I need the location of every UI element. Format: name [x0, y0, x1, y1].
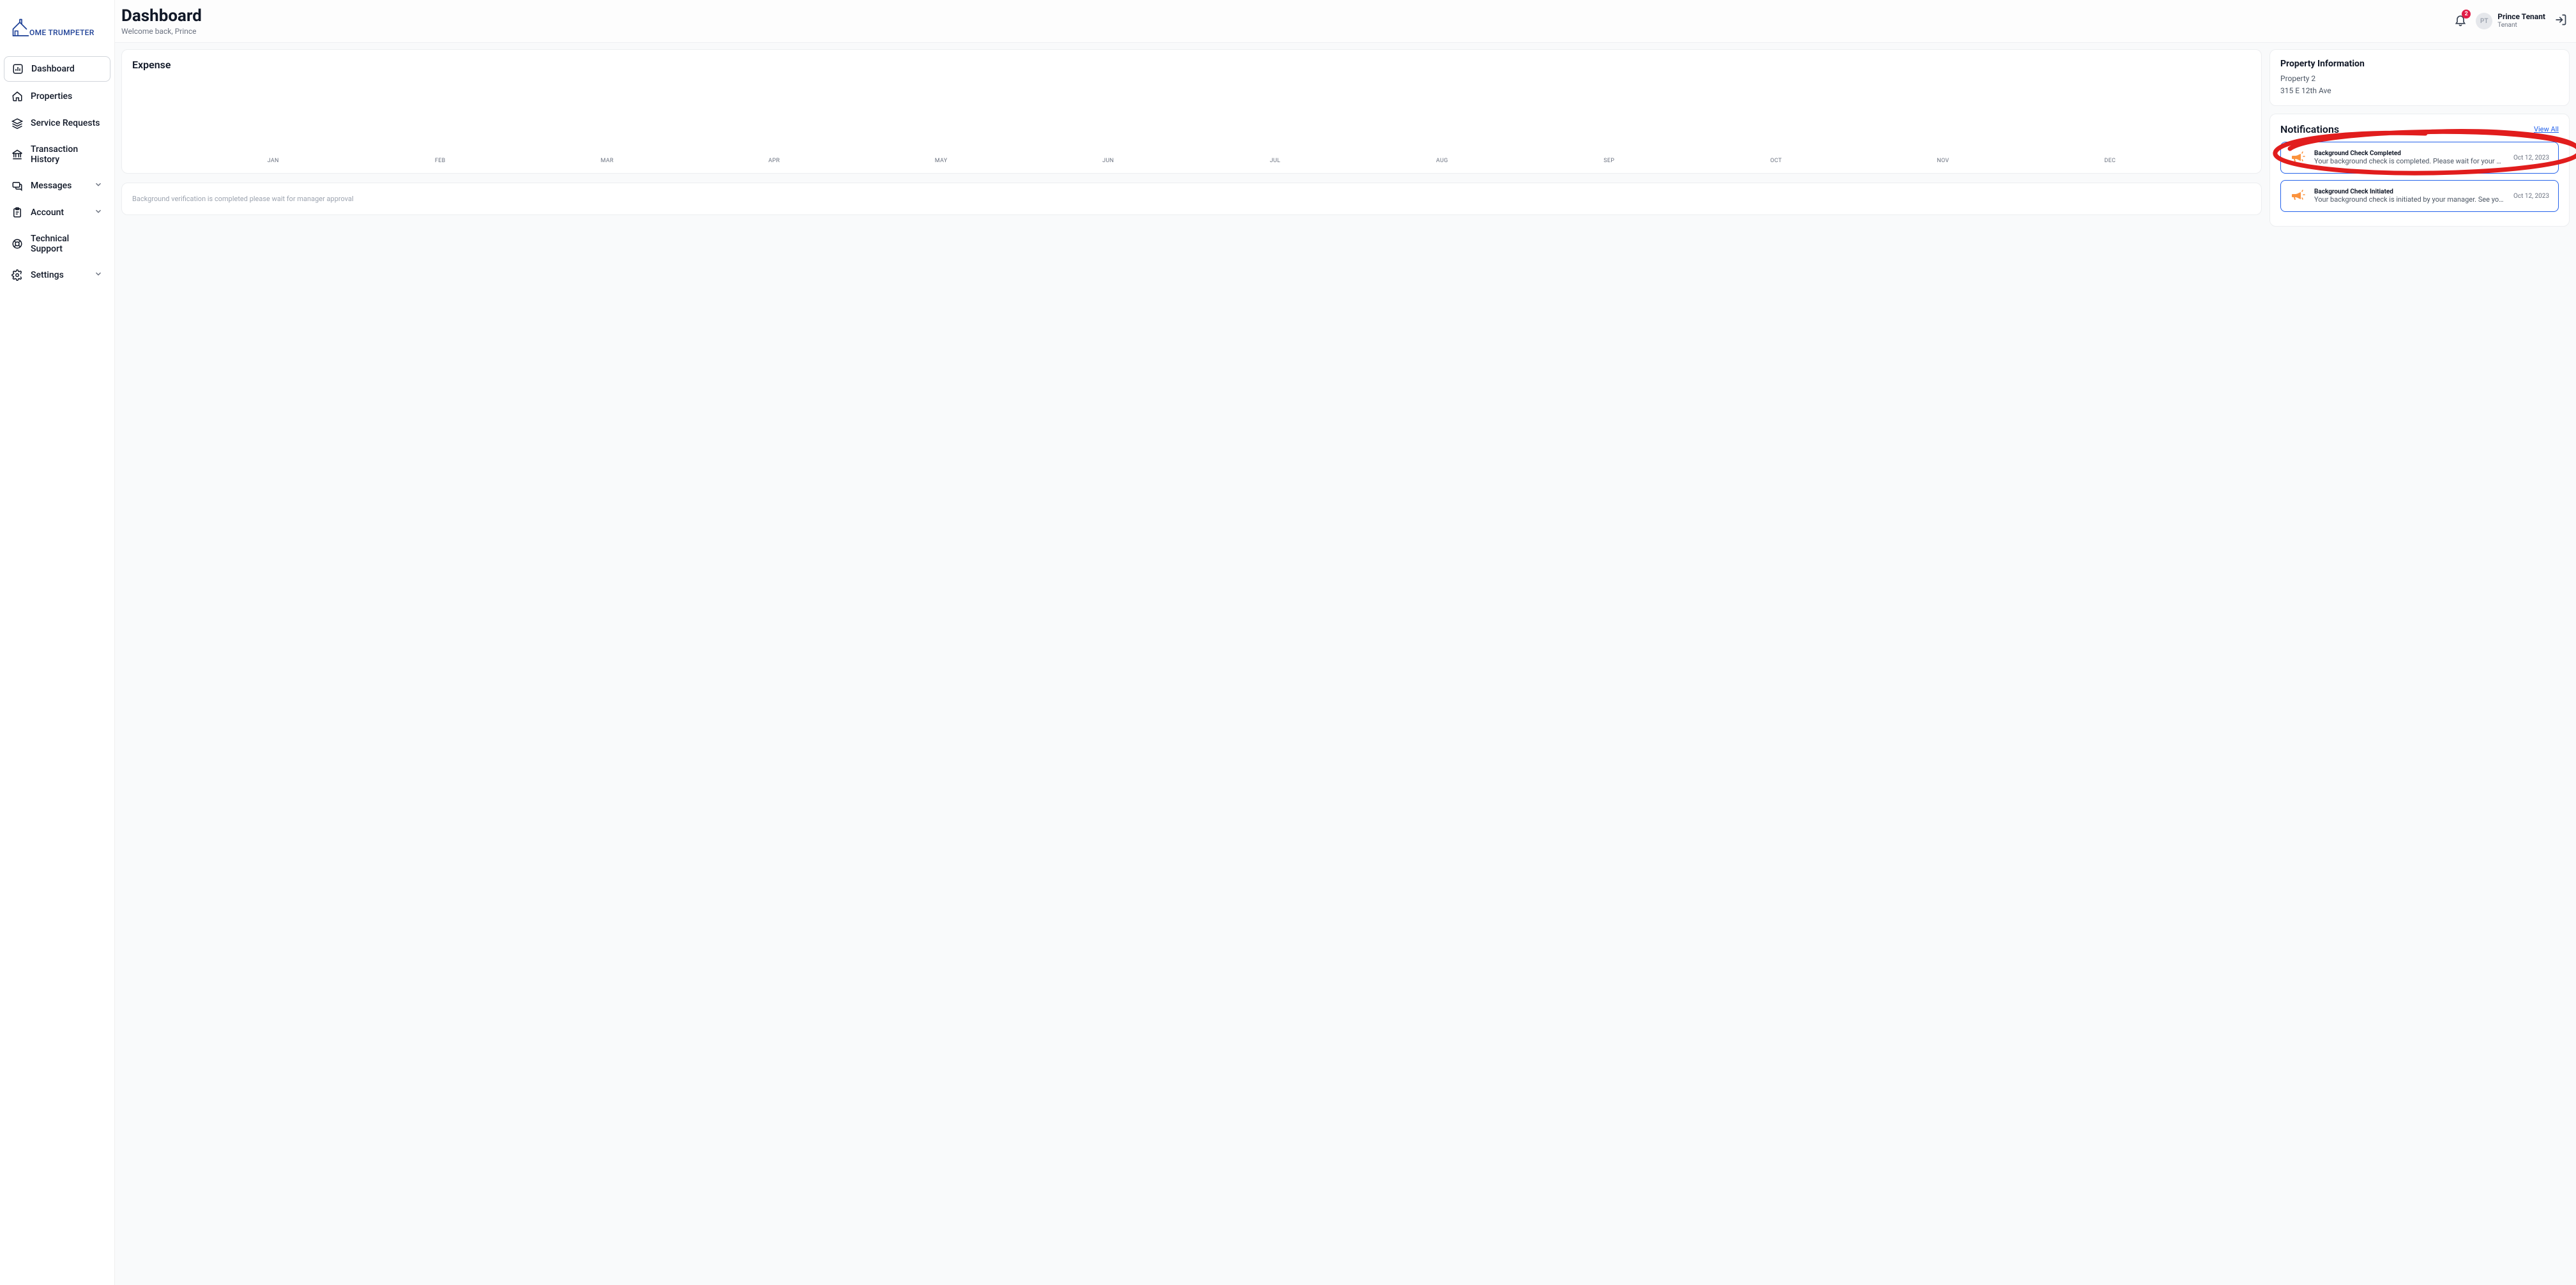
month-label: JUN	[1025, 158, 1192, 164]
notification-badge: 2	[2462, 10, 2471, 19]
notification-date: Oct 12, 2023	[2513, 193, 2549, 200]
sidebar-nav: Dashboard Properties Service Requests Tr…	[4, 56, 110, 287]
status-banner-text: Background verification is completed ple…	[132, 195, 2251, 203]
bank-icon	[11, 149, 23, 160]
sidebar-item-settings[interactable]: Settings	[4, 263, 110, 287]
month-label: AUG	[1359, 158, 1526, 164]
clipboard-icon	[11, 207, 23, 218]
sidebar-item-label: Technical Support	[31, 234, 103, 254]
notification-message: Your background check is initiated by yo…	[2314, 195, 2504, 204]
property-info-heading: Property Information	[2280, 59, 2559, 69]
status-banner-card: Background verification is completed ple…	[121, 183, 2262, 215]
logout-icon	[2554, 13, 2567, 26]
messages-icon	[11, 180, 23, 192]
brand-name: OME TRUMPETER	[29, 28, 95, 37]
megaphone-icon	[2290, 188, 2305, 204]
month-label: FEB	[357, 158, 524, 164]
sidebar-item-transaction-history[interactable]: Transaction History	[4, 138, 110, 171]
sidebar-item-messages[interactable]: Messages	[4, 174, 110, 198]
bar-chart-icon	[12, 63, 24, 75]
sidebar-item-properties[interactable]: Properties	[4, 84, 110, 109]
expense-x-axis: JAN FEB MAR APR MAY JUN JUL AUG SEP OCT …	[132, 158, 2251, 164]
user-role: Tenant	[2497, 22, 2545, 29]
chevron-down-icon	[94, 207, 103, 218]
notification-message: Your background check is completed. Plea…	[2314, 157, 2504, 165]
month-label: NOV	[1860, 158, 2027, 164]
avatar: PT	[2476, 13, 2492, 29]
house-logo-icon	[10, 18, 29, 38]
property-name: Property 2	[2280, 73, 2559, 85]
megaphone-icon	[2290, 150, 2305, 165]
month-label: JAN	[190, 158, 357, 164]
notification-title: Background Check Initiated	[2314, 188, 2504, 195]
month-label: MAY	[858, 158, 1025, 164]
page-title: Dashboard	[121, 6, 202, 26]
logout-button[interactable]	[2554, 13, 2567, 29]
month-label: JUL	[1192, 158, 1359, 164]
home-icon	[11, 91, 23, 102]
sidebar-item-label: Properties	[31, 91, 72, 101]
notifications-heading: Notifications	[2280, 123, 2339, 135]
page-subtitle: Welcome back, Prince	[121, 27, 202, 36]
month-label: OCT	[1693, 158, 1860, 164]
gear-icon	[11, 269, 23, 281]
expense-card: Expense JAN FEB MAR APR MAY JUN JUL AUG …	[121, 49, 2262, 174]
chevron-down-icon	[94, 180, 103, 192]
property-address: 315 E 12th Ave	[2280, 85, 2559, 97]
notifications-card: Notifications View All	[2269, 114, 2570, 227]
month-label: APR	[691, 158, 858, 164]
life-buoy-icon	[11, 238, 23, 250]
brand-logo: OME TRUMPETER	[4, 6, 110, 56]
notification-item[interactable]: Background Check Initiated Your backgrou…	[2280, 180, 2559, 212]
user-name: Prince Tenant	[2497, 13, 2545, 22]
month-label: SEP	[1526, 158, 1693, 164]
month-label: MAR	[524, 158, 691, 164]
sidebar-item-technical-support[interactable]: Technical Support	[4, 227, 110, 260]
view-all-link[interactable]: View All	[2534, 125, 2559, 133]
expense-title: Expense	[132, 59, 2251, 71]
layers-icon	[11, 117, 23, 129]
sidebar-item-account[interactable]: Account	[4, 200, 110, 225]
notification-title: Background Check Completed	[2314, 150, 2504, 157]
sidebar-item-label: Transaction History	[31, 144, 103, 165]
sidebar: OME TRUMPETER Dashboard Properties Servi…	[0, 0, 115, 1285]
notification-date: Oct 12, 2023	[2513, 154, 2549, 162]
sidebar-item-dashboard[interactable]: Dashboard	[4, 56, 110, 82]
sidebar-item-label: Settings	[31, 270, 64, 280]
month-label: DEC	[2027, 158, 2194, 164]
sidebar-item-label: Messages	[31, 181, 72, 191]
page-header: Dashboard Welcome back, Prince 2 PT Prin…	[115, 0, 2576, 43]
sidebar-item-label: Dashboard	[31, 64, 75, 74]
notifications-bell-button[interactable]: 2	[2454, 13, 2467, 29]
property-info-card: Property Information Property 2 315 E 12…	[2269, 49, 2570, 106]
user-menu[interactable]: PT Prince Tenant Tenant	[2476, 13, 2545, 29]
expense-chart: JAN FEB MAR APR MAY JUN JUL AUG SEP OCT …	[132, 71, 2251, 164]
sidebar-item-service-requests[interactable]: Service Requests	[4, 111, 110, 135]
notification-item[interactable]: Background Check Completed Your backgrou…	[2280, 142, 2559, 174]
chevron-down-icon	[94, 269, 103, 281]
sidebar-item-label: Account	[31, 207, 64, 218]
sidebar-item-label: Service Requests	[31, 118, 100, 128]
